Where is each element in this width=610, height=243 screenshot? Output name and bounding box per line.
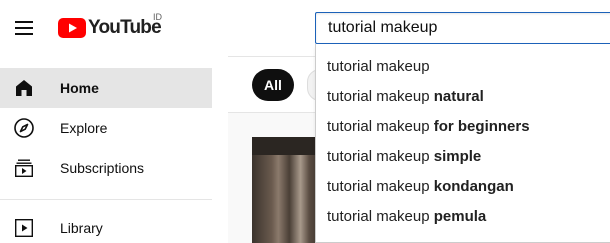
sidebar-item-label: Explore [60, 120, 108, 136]
youtube-logo[interactable]: YouTube [58, 14, 162, 42]
suggestion-completion: kondangan [433, 178, 514, 195]
suggestion-text: tutorial makeup [327, 148, 434, 165]
compass-icon [14, 118, 34, 138]
library-icon [15, 219, 34, 238]
sidebar-item-label: Home [60, 80, 99, 96]
sidebar-item-label: Subscriptions [60, 160, 145, 176]
suggestion-completion: for beginners [433, 118, 530, 135]
suggestion-item[interactable]: tutorial makeup natural [316, 82, 610, 112]
chip-all[interactable]: All [252, 69, 294, 101]
hamburger-menu-icon[interactable] [8, 12, 40, 44]
suggestion-completion: natural [433, 88, 484, 105]
sidebar: Home Explore Subscriptions Library [0, 56, 228, 243]
sidebar-item-subscriptions[interactable]: Subscriptions [0, 148, 212, 188]
suggestion-item[interactable]: tutorial makeup pemula [316, 202, 610, 232]
suggestion-text: tutorial makeup [327, 178, 434, 195]
suggestion-item[interactable]: tutorial makeup for beginners [316, 112, 610, 142]
sidebar-item-explore[interactable]: Explore [0, 108, 212, 148]
sidebar-divider [0, 199, 212, 200]
suggestion-text: tutorial makeup [327, 58, 430, 75]
suggestion-completion: simple [433, 148, 482, 165]
suggestion-text: tutorial makeup [327, 88, 434, 105]
youtube-play-icon [58, 18, 86, 38]
search-input[interactable] [328, 13, 608, 43]
sidebar-item-library[interactable]: Library [0, 208, 212, 243]
region-code: ID [153, 12, 162, 22]
suggestion-text: tutorial makeup [327, 118, 434, 135]
search-suggestions: tutorial makeup tutorial makeup natural … [315, 44, 610, 243]
suggestion-item[interactable]: tutorial makeup simple [316, 142, 610, 172]
logo-wordmark: YouTube [88, 17, 162, 38]
suggestion-item[interactable]: tutorial makeup [316, 52, 610, 82]
sidebar-item-home[interactable]: Home [0, 68, 212, 108]
home-icon [16, 80, 32, 96]
suggestion-item[interactable]: tutorial makeup kondangan [316, 172, 610, 202]
suggestion-completion: pemula [433, 208, 487, 225]
suggestion-text: tutorial makeup [327, 208, 434, 225]
sidebar-item-label: Library [60, 220, 103, 236]
search-box[interactable] [315, 12, 610, 44]
subscriptions-icon [15, 159, 34, 178]
